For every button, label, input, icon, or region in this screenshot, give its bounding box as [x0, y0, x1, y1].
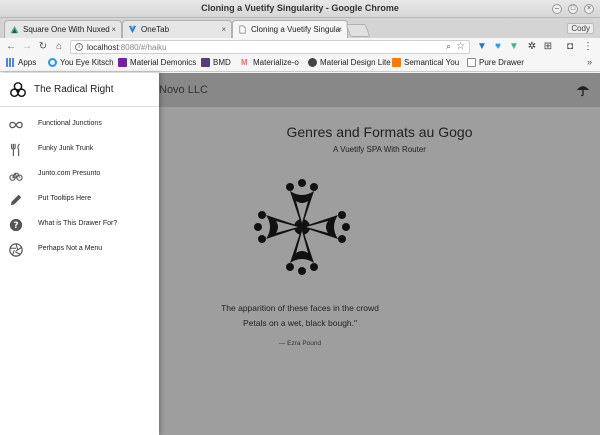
page-icon	[467, 58, 476, 67]
bookmarks-bar: Apps You Eye Kitsch Material Demonics BM…	[0, 56, 600, 72]
pencil-icon	[10, 194, 22, 206]
biohazard-icon	[10, 82, 26, 98]
drawer-item-perhaps-not-a-menu[interactable]: Perhaps Not a Menu	[0, 238, 159, 262]
drawer-item-what-is-this-drawer[interactable]: ? What is This Drawer For?	[0, 213, 159, 237]
drawer-item-put-tooltips-here[interactable]: Put Tooltips Here	[0, 188, 159, 212]
main-content: Genres and Formats au Gogo A Vuetify SPA…	[159, 107, 600, 435]
page-subheading: A Vuetify SPA With Router	[333, 145, 426, 154]
tab-close-icon[interactable]: ×	[337, 25, 342, 34]
drawer-title: The Radical Right	[34, 84, 114, 95]
url-text[interactable]: localhost:8080/#/haiku	[87, 43, 167, 52]
svg-text:?: ?	[13, 221, 18, 231]
close-window-icon[interactable]: ×	[584, 4, 594, 14]
tab-strip: Square One With Nuxed × OneTab × Cloning…	[0, 18, 600, 39]
drawer-item-junto-presunto[interactable]: Junto.com Presunto	[0, 163, 159, 187]
drawer-item-label: Funky Junk Trunk	[38, 145, 94, 152]
reload-icon[interactable]: ↻	[36, 40, 50, 54]
tab-cloning-vuetify[interactable]: Cloning a Vuetify Singula ×	[232, 20, 348, 39]
purple-square-icon	[118, 58, 127, 67]
tab-label: OneTab	[141, 25, 170, 34]
swirl-icon	[48, 58, 57, 67]
app-toolbar-title: Novo LLC	[159, 84, 208, 96]
umbrella-icon[interactable]	[576, 83, 590, 97]
tab-square-one[interactable]: Square One With Nuxed ×	[4, 20, 122, 38]
bookmark-material-demonics[interactable]: Material Demonics	[118, 58, 196, 67]
gear-extension-icon[interactable]: ✲	[526, 41, 538, 53]
poem-line-1: The apparition of these faces in the cro…	[221, 303, 379, 313]
drawer-item-label: Put Tooltips Here	[38, 195, 92, 202]
nuxt-icon	[10, 25, 19, 34]
bookmark-star-icon[interactable]: ☆	[456, 41, 465, 52]
grid-extension-icon[interactable]: ⊞	[542, 41, 554, 53]
bookmark-bmd[interactable]: BMD	[201, 58, 231, 67]
profile-button[interactable]: Cody	[567, 23, 594, 34]
infinity-icon	[9, 121, 23, 129]
search-icon[interactable]: ⌕	[446, 41, 451, 52]
menu-kebab-icon[interactable]: ⋮	[582, 41, 594, 53]
bookmark-materialize[interactable]: M Materialize-o	[241, 58, 299, 67]
info-icon[interactable]: i	[75, 43, 83, 51]
drawer-item-label: Junto.com Presunto	[38, 170, 101, 177]
mdl-icon	[308, 58, 317, 67]
apps-grid-icon	[6, 58, 15, 67]
drawer-item-label: Perhaps Not a Menu	[38, 245, 103, 252]
drawer-item-funky-junk-trunk[interactable]: Funky Junk Trunk	[0, 138, 159, 162]
tab-label: Square One With Nuxed	[23, 25, 110, 34]
tab-close-icon[interactable]: ×	[221, 25, 226, 34]
drawer-item-functional-junctions[interactable]: Functional Junctions	[0, 113, 159, 137]
forward-arrow-icon[interactable]: →	[20, 40, 34, 54]
new-tab-button[interactable]	[345, 24, 371, 37]
tab-label: Cloning a Vuetify Singula	[251, 25, 341, 34]
navigation-drawer: The Radical Right Functional Junctions F…	[0, 73, 159, 435]
bookmarks-overflow-icon[interactable]: »	[587, 57, 592, 67]
tab-close-icon[interactable]: ×	[111, 25, 116, 34]
page-icon	[239, 25, 246, 34]
page-headline: Genres and Formats au Gogo	[286, 124, 473, 140]
bookmark-apps[interactable]: Apps	[6, 58, 36, 67]
shield-extension-icon[interactable]: ◘	[564, 41, 576, 53]
bicycle-icon	[9, 172, 23, 181]
twitter-extension-icon[interactable]: ♥	[492, 41, 504, 53]
maximize-icon[interactable]: □	[568, 4, 578, 14]
drawer-item-label: Functional Junctions	[38, 120, 102, 127]
vuetify-extension-icon[interactable]: ▼	[476, 41, 488, 53]
window-title: Cloning a Vuetify Singularity - Google C…	[201, 3, 399, 13]
browser-toolbar: ← → ↻ ⌂ i localhost:8080/#/haiku ⌕ ☆ ▼ ♥…	[0, 38, 600, 56]
tab-onetab[interactable]: OneTab ×	[122, 20, 232, 38]
home-icon[interactable]: ⌂	[52, 40, 66, 54]
drawer-item-label: What is This Drawer For?	[38, 220, 118, 227]
poem-line-2: Petals on a wet, black bough."	[242, 318, 358, 328]
poem-author: — Ezra Pound	[278, 340, 322, 347]
window-titlebar: Cloning a Vuetify Singularity - Google C…	[0, 0, 600, 18]
help-circle-icon: ?	[9, 218, 23, 232]
occitan-cross-icon	[254, 179, 350, 275]
address-bar[interactable]: i localhost:8080/#/haiku ⌕ ☆	[70, 40, 470, 54]
vue-devtools-icon[interactable]: ▼	[508, 41, 520, 53]
bootstrap-icon	[201, 58, 210, 67]
semantic-icon	[392, 58, 401, 67]
materialize-icon: M	[241, 58, 248, 67]
minimize-icon[interactable]: –	[552, 4, 562, 14]
bookmark-you-eye-kitsch[interactable]: You Eye Kitsch	[48, 58, 114, 67]
drawer-header: The Radical Right	[0, 73, 159, 107]
vuetify-icon	[128, 25, 137, 34]
bookmark-pure-drawer[interactable]: Pure Drawer	[467, 58, 524, 67]
aperture-icon	[9, 243, 23, 257]
fork-knife-icon	[11, 143, 20, 157]
bookmark-semantical-you[interactable]: Semantical You	[392, 58, 459, 67]
bookmark-material-design-lite[interactable]: Material Design Lite	[308, 58, 391, 67]
back-arrow-icon[interactable]: ←	[4, 40, 18, 54]
